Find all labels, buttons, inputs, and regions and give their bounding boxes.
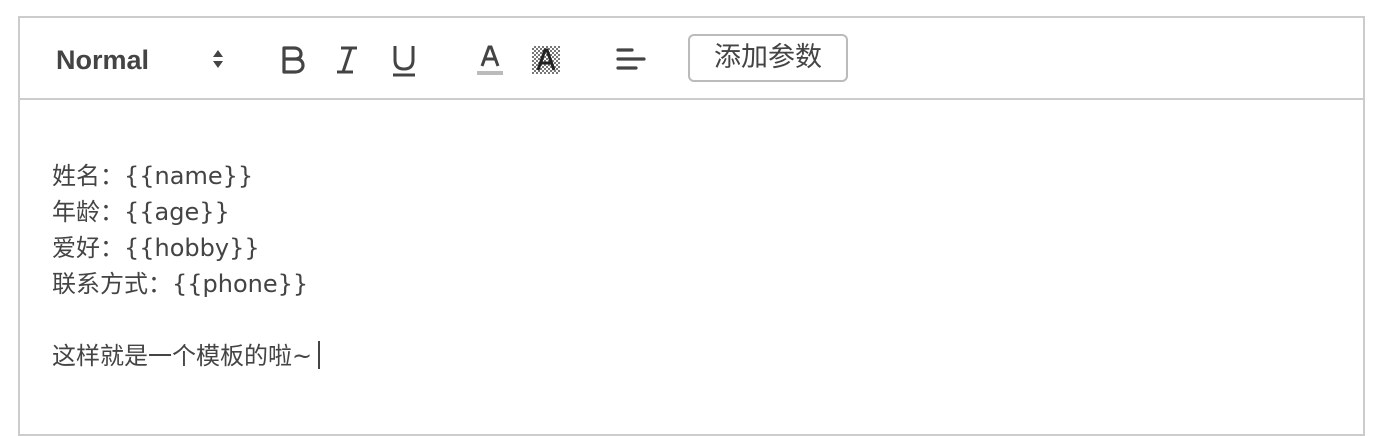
select-arrows-icon (213, 50, 223, 68)
rich-text-editor: Normal 添加参数 姓名：{{name}} 年龄：{{age}} 爱好：{{… (18, 16, 1365, 436)
italic-icon (337, 46, 357, 74)
editor-line: 姓名：{{name}} (52, 162, 254, 190)
editor-line: 爱好：{{hobby}} (52, 234, 260, 262)
header-format-value: Normal (56, 45, 150, 75)
background-color-button[interactable] (528, 36, 564, 82)
editor-content[interactable]: 姓名：{{name}} 年龄：{{age}} 爱好：{{hobby}} 联系方式… (52, 158, 1343, 374)
text-color-button[interactable] (472, 36, 508, 82)
underline-button[interactable] (386, 36, 422, 82)
add-parameter-button[interactable]: 添加参数 (688, 34, 848, 82)
header-format-select[interactable]: Normal (54, 36, 226, 82)
italic-button[interactable] (329, 36, 365, 82)
underline-icon (393, 46, 415, 77)
text-color-icon (477, 45, 503, 75)
editor-line-text: 这样就是一个模板的啦~ (52, 342, 313, 370)
bold-icon (282, 46, 305, 74)
background-color-icon (532, 46, 560, 74)
editor-line: 联系方式：{{phone}} (52, 270, 309, 298)
editor-line: 年龄：{{age}} (52, 198, 230, 226)
editor-blank-line (52, 302, 1343, 338)
align-left-icon (616, 48, 646, 70)
align-button[interactable] (612, 36, 648, 82)
editor-toolbar: Normal 添加参数 (20, 18, 1363, 100)
bold-button[interactable] (274, 36, 310, 82)
editor-line: 这样就是一个模板的啦~ (52, 338, 1343, 374)
text-cursor (318, 341, 321, 369)
